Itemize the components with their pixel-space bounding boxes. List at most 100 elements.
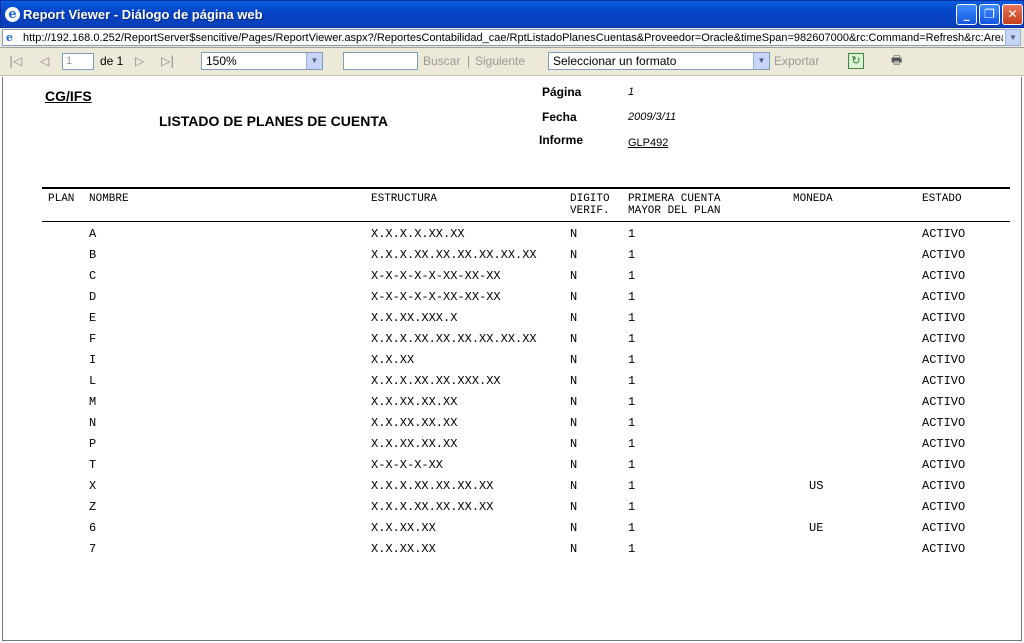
report-id-link[interactable]: GLP492 bbox=[628, 136, 668, 150]
primera-cuenta-cell: 1 bbox=[628, 353, 636, 367]
digito-cell: N bbox=[570, 416, 578, 430]
url-dropdown-button[interactable]: ▼ bbox=[1005, 29, 1021, 46]
table-row: E X.X.XX.XXX.X N 1 ACTIVO bbox=[0, 311, 1024, 332]
digito-cell: N bbox=[570, 542, 578, 556]
estado-cell: ACTIVO bbox=[922, 500, 966, 514]
table-row: I X.X.XX N 1 ACTIVO bbox=[0, 353, 1024, 374]
estructura-cell: X.X.XX.XX.XX bbox=[371, 437, 458, 451]
estado-cell: ACTIVO bbox=[922, 269, 966, 283]
plan-code-cell: C bbox=[89, 269, 97, 283]
report-toolbar: |◁ ◁ 1 de 1 ▷ ▷| 150% ▼ Buscar | Siguien… bbox=[0, 48, 1024, 76]
estado-cell: ACTIVO bbox=[922, 521, 966, 535]
plan-code-cell: 6 bbox=[89, 521, 97, 535]
column-header-moneda: MONEDA bbox=[793, 193, 833, 205]
report-id-label: Informe bbox=[539, 133, 584, 147]
estructura-cell: X-X-X-X-X-XX-XX-XX bbox=[371, 290, 501, 304]
plan-code-cell: I bbox=[89, 353, 97, 367]
page-icon: e bbox=[6, 31, 13, 44]
estado-cell: ACTIVO bbox=[922, 374, 966, 388]
plan-code-cell: X bbox=[89, 479, 97, 493]
primera-cuenta-cell: 1 bbox=[628, 374, 636, 388]
header-top-rule bbox=[42, 187, 1010, 189]
table-row: B X.X.X.XX.XX.XX.XX.XX.XX N 1 ACTIVO bbox=[0, 248, 1024, 269]
table-row: X X.X.X.XX.XX.XX.XX N 1 US ACTIVO bbox=[0, 479, 1024, 500]
estado-cell: ACTIVO bbox=[922, 437, 966, 451]
zoom-value: 150% bbox=[206, 54, 237, 68]
date-value: 2009/3/11 bbox=[628, 111, 677, 123]
find-separator: | bbox=[467, 54, 471, 68]
estado-cell: ACTIVO bbox=[922, 290, 966, 304]
find-link[interactable]: Buscar bbox=[423, 53, 460, 69]
minimize-button[interactable]: _ bbox=[956, 4, 977, 25]
estructura-cell: X-X-X-X-XX bbox=[371, 458, 444, 472]
estado-cell: ACTIVO bbox=[922, 542, 966, 556]
estructura-cell: X-X-X-X-X-XX-XX-XX bbox=[371, 269, 501, 283]
table-row: P X.X.XX.XX.XX N 1 ACTIVO bbox=[0, 437, 1024, 458]
header-bottom-rule bbox=[42, 221, 1010, 222]
plan-code-cell: T bbox=[89, 458, 97, 472]
digito-cell: N bbox=[570, 374, 578, 388]
estado-cell: ACTIVO bbox=[922, 458, 966, 472]
primera-cuenta-cell: 1 bbox=[628, 311, 636, 325]
digito-cell: N bbox=[570, 353, 578, 367]
primera-cuenta-cell: 1 bbox=[628, 542, 636, 556]
restore-button[interactable]: ❐ bbox=[979, 4, 1000, 25]
primera-cuenta-cell: 1 bbox=[628, 437, 636, 451]
chevron-down-icon[interactable]: ▼ bbox=[753, 53, 769, 69]
primera-cuenta-cell: 1 bbox=[628, 500, 636, 514]
estado-cell: ACTIVO bbox=[922, 395, 966, 409]
refresh-icon[interactable]: ↻ bbox=[848, 53, 864, 69]
estructura-cell: X.X.XX.XX bbox=[371, 521, 436, 535]
primera-cuenta-cell: 1 bbox=[628, 332, 636, 346]
plan-code-cell: F bbox=[89, 332, 97, 346]
export-link[interactable]: Exportar bbox=[774, 53, 819, 69]
estructura-cell: X.X.X.XX.XX.XX.XX.XX.XX bbox=[371, 332, 537, 346]
digito-cell: N bbox=[570, 458, 578, 472]
plan-code-cell: L bbox=[89, 374, 97, 388]
previous-page-icon[interactable]: ◁ bbox=[40, 53, 49, 69]
table-row: N X.X.XX.XX.XX N 1 ACTIVO bbox=[0, 416, 1024, 437]
window-title-bar[interactable]: e Report Viewer - Diálogo de página web … bbox=[0, 0, 1024, 28]
next-page-icon[interactable]: ▷ bbox=[135, 53, 144, 69]
url-field[interactable]: e http://192.168.0.252/ReportServer$senc… bbox=[2, 29, 1006, 46]
digito-cell: N bbox=[570, 248, 578, 262]
plan-code-cell: N bbox=[89, 416, 97, 430]
estado-cell: ACTIVO bbox=[922, 311, 966, 325]
estado-cell: ACTIVO bbox=[922, 332, 966, 346]
date-label: Fecha bbox=[542, 110, 577, 124]
plan-code-cell: A bbox=[89, 227, 97, 241]
primera-cuenta-cell: 1 bbox=[628, 479, 636, 493]
table-row: 7 X.X.XX.XX N 1 ACTIVO bbox=[0, 542, 1024, 563]
table-row: T X-X-X-X-XX N 1 ACTIVO bbox=[0, 458, 1024, 479]
estructura-cell: X.X.X.XX.XX.XX.XX.XX.XX bbox=[371, 248, 537, 262]
chevron-down-icon[interactable]: ▼ bbox=[306, 53, 322, 69]
zoom-select[interactable]: 150% ▼ bbox=[201, 52, 323, 70]
find-next-link[interactable]: Siguiente bbox=[475, 53, 525, 69]
url-text: http://192.168.0.252/ReportServer$sencit… bbox=[23, 32, 1003, 44]
estructura-cell: X.X.XX.XX bbox=[371, 542, 436, 556]
digito-cell: N bbox=[570, 395, 578, 409]
table-row: 6 X.X.XX.XX N 1 UE ACTIVO bbox=[0, 521, 1024, 542]
primera-cuenta-cell: 1 bbox=[628, 395, 636, 409]
close-button[interactable]: ✕ bbox=[1002, 4, 1023, 25]
plan-code-cell: 7 bbox=[89, 542, 97, 556]
page-number-input[interactable]: 1 bbox=[62, 53, 94, 70]
plan-code-cell: P bbox=[89, 437, 97, 451]
export-format-value: Seleccionar un formato bbox=[553, 54, 677, 68]
digito-cell: N bbox=[570, 500, 578, 514]
export-format-select[interactable]: Seleccionar un formato ▼ bbox=[548, 52, 770, 70]
first-page-icon[interactable]: |◁ bbox=[9, 53, 22, 69]
window-title: Report Viewer - Diálogo de página web bbox=[23, 7, 263, 22]
find-input[interactable] bbox=[343, 52, 418, 70]
digito-cell: N bbox=[570, 269, 578, 283]
moneda-cell: UE bbox=[809, 521, 824, 535]
estructura-cell: X.X.XX.XX.XX bbox=[371, 395, 458, 409]
page-count-label: de 1 bbox=[100, 54, 124, 68]
estado-cell: ACTIVO bbox=[922, 353, 966, 367]
digito-cell: N bbox=[570, 290, 578, 304]
print-icon[interactable]: 🖶 bbox=[891, 54, 907, 67]
report-title: LISTADO DE PLANES DE CUENTA bbox=[159, 113, 388, 129]
plan-code-cell: Z bbox=[89, 500, 97, 514]
last-page-icon[interactable]: ▷| bbox=[161, 53, 174, 69]
digito-cell: N bbox=[570, 437, 578, 451]
